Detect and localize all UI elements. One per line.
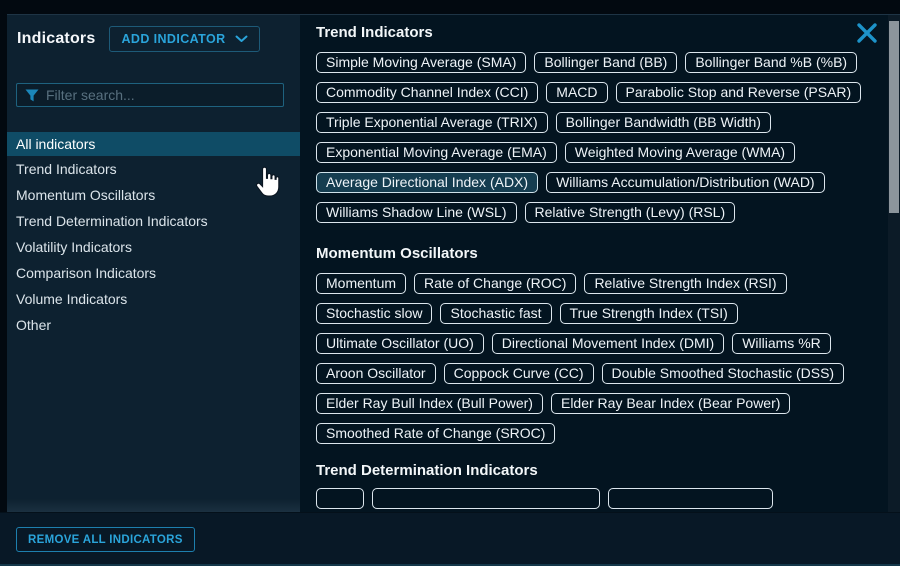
indicator-chip[interactable]: Double Smoothed Stochastic (DSS) [602,363,845,384]
indicator-dialog: Indicators ADD INDICATOR All indicatorsT… [7,14,900,512]
chip-row: Average Directional Index (ADX) Williams … [316,172,878,193]
sidebar-item-all-indicators[interactable]: All indicators [7,132,300,156]
indicator-chip[interactable]: Bollinger Band %B (%B) [685,52,857,73]
indicator-chip[interactable]: Bollinger Bandwidth (BB Width) [556,112,771,133]
indicator-chip[interactable]: Relative Strength (Levy) (RSL) [525,202,736,223]
indicator-chip[interactable]: Aroon Oscillator [316,363,436,384]
indicator-chip[interactable]: Average Directional Index (ADX) [316,172,538,193]
indicator-chip[interactable]: Williams Shadow Line (WSL) [316,202,517,223]
indicator-chip[interactable]: Smoothed Rate of Change (SROC) [316,423,555,444]
chip-row: Momentum Rate of Change (ROC) Relative Str… [316,273,878,294]
indicator-section: Trend Determination Indicators [316,462,878,509]
chip-row: Smoothed Rate of Change (SROC) [316,423,878,444]
indicator-section: Trend Indicators Simple Moving Average (S… [316,24,878,223]
dialog-footer: REMOVE ALL INDICATORS [0,512,900,566]
indicator-chip[interactable]: Stochastic slow [316,303,432,324]
indicator-chip[interactable]: Stochastic fast [440,303,551,324]
sidebar-header: Indicators ADD INDICATOR [7,15,300,52]
indicator-sections: Trend Indicators Simple Moving Average (S… [300,15,888,512]
indicator-chip[interactable]: MACD [546,82,607,103]
remove-all-indicators-button[interactable]: REMOVE ALL INDICATORS [16,527,195,552]
sidebar-item-volume-indicators[interactable]: Volume Indicators [7,286,300,312]
indicator-chip[interactable]: Ultimate Oscillator (UO) [316,333,484,354]
indicator-chip[interactable]: Commodity Channel Index (CCI) [316,82,538,103]
chip-row [316,488,878,509]
close-icon[interactable] [856,22,878,44]
sidebar-item-momentum-oscillators[interactable]: Momentum Oscillators [7,182,300,208]
indicator-chip[interactable]: Momentum [316,273,406,294]
indicator-chip[interactable]: Triple Exponential Average (TRIX) [316,112,548,133]
indicator-chip[interactable]: Elder Ray Bear Index (Bear Power) [551,393,790,414]
category-list: All indicatorsTrend IndicatorsMomentum O… [7,132,300,338]
section-title: Trend Indicators [316,24,878,42]
sidebar: Indicators ADD INDICATOR All indicatorsT… [7,15,300,512]
chip-row: Elder Ray Bull Index (Bull Power) Elder R… [316,393,878,414]
add-indicator-button[interactable]: ADD INDICATOR [109,26,259,52]
sidebar-item-trend-indicators[interactable]: Trend Indicators [7,156,300,182]
chevron-down-icon [235,35,248,43]
indicator-chip[interactable]: Williams %R [732,333,831,354]
indicator-chip[interactable]: Exponential Moving Average (EMA) [316,142,557,163]
indicator-chip[interactable]: Directional Movement Index (DMI) [492,333,724,354]
chip-row: Simple Moving Average (SMA) Bollinger Ban… [316,52,878,73]
funnel-icon [25,89,39,102]
indicator-chip[interactable]: True Strength Index (TSI) [560,303,738,324]
section-title: Trend Determination Indicators [316,462,878,480]
indicator-chip[interactable]: Williams Accumulation/Distribution (WAD) [546,172,825,193]
chip-row: Commodity Channel Index (CCI) MACD Parabol… [316,82,878,103]
indicator-chip[interactable]: Rate of Change (ROC) [414,273,576,294]
indicator-chip-partial[interactable] [372,488,600,509]
chip-row: Triple Exponential Average (TRIX) Bolling… [316,112,878,133]
chip-row: Aroon Oscillator Coppock Curve (CC) Double… [316,363,878,384]
sidebar-item-other[interactable]: Other [7,312,300,338]
page-title: Indicators [17,30,95,48]
scrollbar-thumb[interactable] [889,21,899,213]
sidebar-item-trend-determination-indicators[interactable]: Trend Determination Indicators [7,208,300,234]
scrollbar[interactable] [888,15,900,512]
indicator-chip[interactable]: Simple Moving Average (SMA) [316,52,526,73]
chip-row: Exponential Moving Average (EMA) Weighted… [316,142,878,163]
filter-search-box [16,83,284,107]
chip-row: Stochastic slow Stochastic fast True Stren… [316,303,878,324]
indicator-chip[interactable]: Relative Strength Index (RSI) [584,273,786,294]
indicator-chip[interactable]: Bollinger Band (BB) [534,52,677,73]
indicator-chip[interactable]: Parabolic Stop and Reverse (PSAR) [616,82,862,103]
indicator-chip[interactable]: Coppock Curve (CC) [444,363,594,384]
chip-row: Ultimate Oscillator (UO) Directional Move… [316,333,878,354]
sidebar-item-comparison-indicators[interactable]: Comparison Indicators [7,260,300,286]
section-title: Momentum Oscillators [316,245,878,263]
add-indicator-label: ADD INDICATOR [121,32,225,46]
indicator-chip[interactable]: Elder Ray Bull Index (Bull Power) [316,393,543,414]
indicator-section: Momentum Oscillators Momentum Rate of Chan… [316,245,878,444]
filter-search-input[interactable] [46,87,275,103]
indicator-chip[interactable]: Weighted Moving Average (WMA) [565,142,795,163]
sidebar-item-volatility-indicators[interactable]: Volatility Indicators [7,234,300,260]
indicator-chip-partial[interactable] [316,488,364,509]
sidebar-bottom-fade [7,499,300,512]
chip-row: Williams Shadow Line (WSL) Relative Stren… [316,202,878,223]
indicator-chip-partial[interactable] [608,488,773,509]
